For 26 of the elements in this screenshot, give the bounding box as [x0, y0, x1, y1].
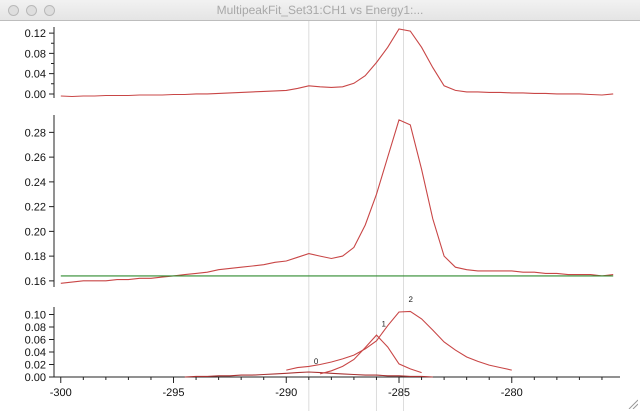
window-title: MultipeakFit_Set31:CH1 vs Energy1:...: [216, 3, 424, 17]
tick-label: 0.00: [24, 88, 46, 101]
tick-label: 0.20: [24, 226, 46, 238]
peak-label: 2: [408, 294, 413, 304]
tick-label: 0.02: [24, 360, 46, 372]
tick-label: 0.16: [24, 276, 46, 288]
tick-label: 0.18: [24, 251, 46, 264]
peak-label: 1: [381, 319, 386, 328]
tick-label: 0.04: [24, 68, 46, 81]
tick-label: -285: [388, 387, 410, 399]
tick-label: -290: [275, 387, 298, 399]
tick-label: 0.10: [24, 310, 46, 322]
tick-label: -300: [50, 387, 72, 399]
tick-label: -295: [162, 387, 185, 399]
tick-label: 0.06: [24, 334, 46, 346]
tick-label: 0.28: [24, 127, 46, 140]
tick-label: 0.26: [24, 152, 46, 164]
tick-label: 0.22: [24, 202, 46, 214]
tick-label: 0.12: [24, 28, 46, 40]
tick-label: 0.00: [24, 372, 46, 384]
tick-label: 0.08: [24, 48, 46, 60]
tick-label: 0.08: [24, 322, 46, 334]
peak-label: 0: [314, 356, 318, 366]
tick-label: -280: [500, 387, 523, 399]
tick-label: 0.04: [24, 347, 46, 359]
tick-label: 0.24: [24, 176, 46, 189]
